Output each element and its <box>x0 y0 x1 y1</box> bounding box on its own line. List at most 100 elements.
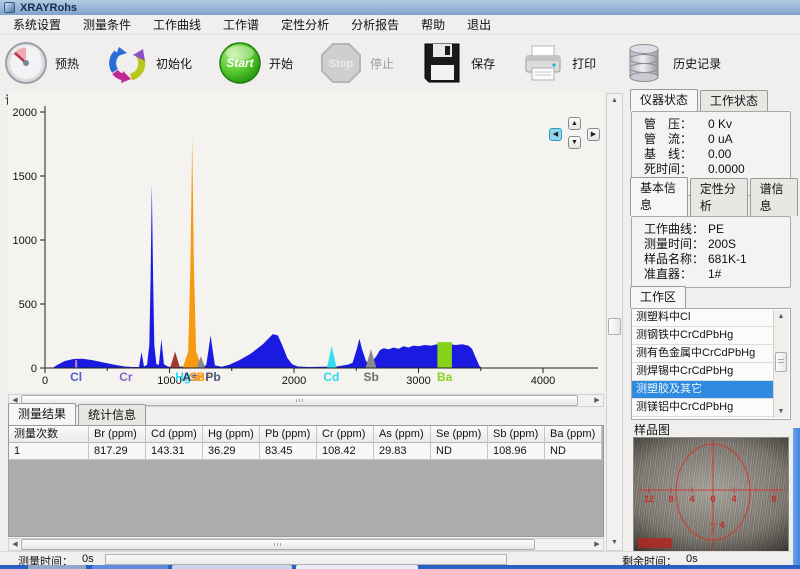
pan-left-button[interactable]: ◀ <box>549 128 562 141</box>
col-header[interactable]: Ba (ppm) <box>545 426 602 443</box>
workspace-item[interactable]: 测有色金属中CrCdPbHg <box>632 345 775 363</box>
svg-text:Ba: Ba <box>437 370 453 384</box>
col-header[interactable]: As (ppm) <box>374 426 431 443</box>
scroll-down-icon[interactable]: ▼ <box>607 536 622 550</box>
field-value: 1# <box>708 267 721 281</box>
scroll-left-icon[interactable]: ◀ <box>9 539 21 550</box>
pan-down-button[interactable]: ▼ <box>568 136 581 149</box>
tab-workspace[interactable]: 工作区 <box>630 286 686 308</box>
field-label: 工作曲线： <box>644 222 708 237</box>
tab-instrument-status[interactable]: 仪器状态 <box>630 89 698 111</box>
svg-text:Cr: Cr <box>119 370 133 384</box>
col-header[interactable]: 测量次数 <box>9 426 89 443</box>
pan-up-button[interactable]: ▲ <box>568 117 581 130</box>
print-button[interactable]: 打印 <box>521 41 596 85</box>
col-header[interactable]: Br (ppm) <box>89 426 146 443</box>
col-header[interactable]: Pb (ppm) <box>260 426 317 443</box>
cell[interactable]: ND <box>545 443 602 460</box>
info-tab-strip: 基本信息 定性分析 谱信息 <box>630 199 800 216</box>
pan-right-button[interactable]: ▶ <box>587 128 600 141</box>
svg-text:0: 0 <box>42 375 48 387</box>
menu-measure-conditions[interactable]: 测量条件 <box>72 14 142 35</box>
workspace-item[interactable]: 测塑料中Cl <box>632 309 775 327</box>
tab-spectrum-info[interactable]: 谱信息 <box>750 178 798 216</box>
main-vertical-scrollbar: ▲ ▼ <box>606 93 623 551</box>
crosshair-reticle: 12 8 4 0 4 8 4 <box>634 438 788 554</box>
initialize-button[interactable]: 初始化 <box>105 41 192 85</box>
field-label: 管 流： <box>644 132 708 147</box>
scroll-up-icon[interactable]: ▲ <box>607 94 622 108</box>
field-value: 0.00 <box>708 147 731 161</box>
workspace-item[interactable]: 测镁铝中CrCdPbHg <box>632 399 775 417</box>
taskbar-button[interactable] <box>172 565 292 569</box>
save-button[interactable]: 保存 <box>420 41 495 85</box>
tab-statistics[interactable]: 统计信息 <box>78 404 146 425</box>
svg-text:2000: 2000 <box>282 375 306 387</box>
results-tab-strip: 测量结果 统计信息 <box>8 408 148 425</box>
main-scroll-thumb[interactable] <box>608 318 621 335</box>
initialize-label: 初始化 <box>156 55 192 72</box>
cell[interactable]: 83.45 <box>260 443 317 460</box>
cell[interactable]: 817.29 <box>89 443 146 460</box>
menu-help[interactable]: 帮助 <box>410 14 456 35</box>
preheat-button[interactable]: 预热 <box>4 41 79 85</box>
field-label: 管 压： <box>644 117 708 132</box>
camera-overlay-badge <box>638 538 672 548</box>
workspace-item[interactable]: 测钢铁中CrCdPbHg <box>632 327 775 345</box>
cell[interactable]: 29.83 <box>374 443 431 460</box>
cell[interactable]: 143.31 <box>146 443 203 460</box>
tab-basic-info[interactable]: 基本信息 <box>630 177 688 216</box>
save-label: 保存 <box>471 55 495 72</box>
cell[interactable]: 1 <box>9 443 89 460</box>
svg-text:500: 500 <box>19 299 37 311</box>
scroll-down-icon[interactable]: ▼ <box>774 405 788 418</box>
os-taskbar <box>0 565 800 569</box>
scroll-up-icon[interactable]: ▲ <box>774 310 788 323</box>
cell[interactable]: 36.29 <box>203 443 260 460</box>
field-label: 测量时间： <box>644 237 708 252</box>
svg-text:3000: 3000 <box>406 375 430 387</box>
col-header[interactable]: Hg (ppm) <box>203 426 260 443</box>
field-value: 0.0000 <box>708 162 745 176</box>
workspace-item-selected[interactable]: 测塑胶及其它 <box>632 381 775 399</box>
tab-measure-results[interactable]: 测量结果 <box>8 403 76 425</box>
menu-exit[interactable]: 退出 <box>456 14 502 35</box>
tab-qualitative[interactable]: 定性分析 <box>690 178 748 216</box>
taskbar-button[interactable] <box>92 565 168 569</box>
results-table: 测量次数 Br (ppm) Cd (ppm) Hg (ppm) Pb (ppm)… <box>8 425 604 537</box>
taskbar-button[interactable] <box>296 565 418 569</box>
field-value: 681K-1 <box>708 252 747 266</box>
menu-work-curve[interactable]: 工作曲线 <box>142 14 212 35</box>
cell[interactable]: ND <box>431 443 488 460</box>
menu-work-spectrum[interactable]: 工作谱 <box>212 14 270 35</box>
cell[interactable]: 108.42 <box>317 443 374 460</box>
workspace-scroll-thumb[interactable] <box>775 352 787 372</box>
svg-text:8: 8 <box>668 494 673 504</box>
measure-time-value: 0s <box>82 553 94 565</box>
preheat-label: 预热 <box>55 55 79 72</box>
col-header[interactable]: Sb (ppm) <box>488 426 545 443</box>
scroll-right-icon[interactable]: ▶ <box>591 395 603 406</box>
stop-button[interactable]: Stop 停止 <box>319 41 394 85</box>
tab-work-status[interactable]: 工作状态 <box>700 90 768 111</box>
table-scroll-thumb[interactable] <box>21 539 535 550</box>
menu-analysis-report[interactable]: 分析报告 <box>340 14 410 35</box>
field-value: 200S <box>708 237 736 251</box>
history-button[interactable]: 历史记录 <box>622 41 721 85</box>
stop-icon: Stop <box>319 41 363 85</box>
workspace-list: 测塑料中Cl 测钢铁中CrCdPbHg 测有色金属中CrCdPbHg 测焊锡中C… <box>631 308 791 420</box>
col-header[interactable]: Cd (ppm) <box>146 426 203 443</box>
workspace-item[interactable]: 测焊锡中CrCdPbHg <box>632 363 775 381</box>
svg-text:0: 0 <box>31 363 37 375</box>
col-header[interactable]: Cr (ppm) <box>317 426 374 443</box>
cell[interactable]: 108.96 <box>488 443 545 460</box>
table-row[interactable]: 1 817.29 143.31 36.29 83.45 108.42 29.83… <box>9 443 603 460</box>
menu-qualitative-analysis[interactable]: 定性分析 <box>270 14 340 35</box>
start-button[interactable]: Start 开始 <box>218 41 293 85</box>
menu-system-settings[interactable]: 系统设置 <box>2 14 72 35</box>
col-header[interactable]: Se (ppm) <box>431 426 488 443</box>
save-icon <box>420 41 464 85</box>
taskbar-button[interactable] <box>28 565 86 569</box>
scroll-right-icon[interactable]: ▶ <box>591 539 603 550</box>
printer-icon <box>521 41 565 85</box>
